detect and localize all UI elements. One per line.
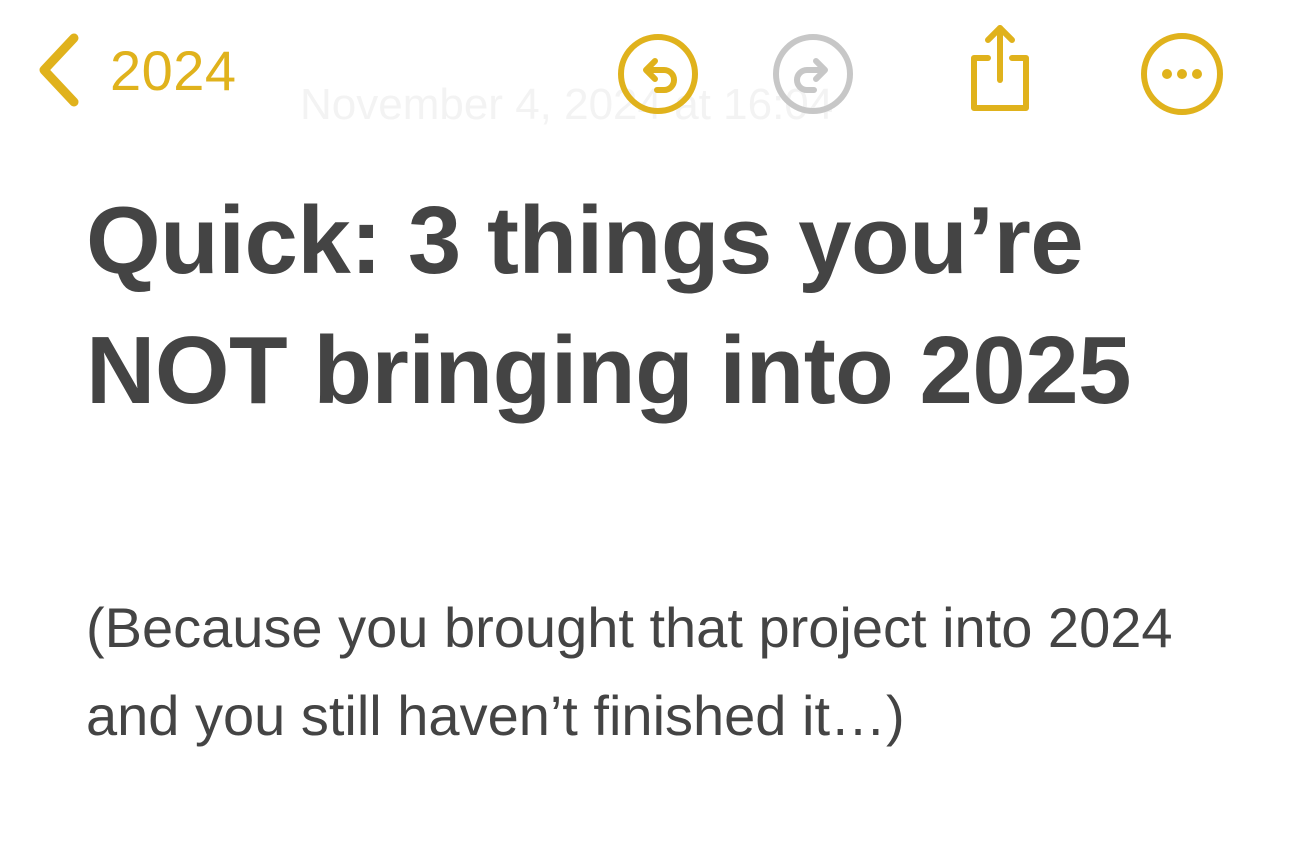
redo-icon <box>772 33 854 115</box>
redo-button[interactable] <box>771 32 855 116</box>
note-title[interactable]: Quick: 3 things you’re NOT bringing into… <box>86 176 1206 436</box>
share-icon <box>964 22 1036 114</box>
chevron-left-icon <box>36 32 80 108</box>
ellipsis-circle-icon <box>1140 32 1224 116</box>
note-date: November 4, 2024 at 16:04 <box>300 80 834 129</box>
navigation-toolbar: 2024 November 4, 2024 at 16:04 <box>0 0 1290 150</box>
share-button[interactable] <box>958 20 1042 116</box>
undo-icon <box>617 33 699 115</box>
undo-button[interactable] <box>616 32 700 116</box>
more-button[interactable] <box>1140 32 1224 116</box>
back-button-label: 2024 <box>110 38 237 102</box>
note-body-text[interactable]: (Because you brought that project into 2… <box>86 584 1206 760</box>
back-button[interactable]: 2024 <box>36 30 237 110</box>
